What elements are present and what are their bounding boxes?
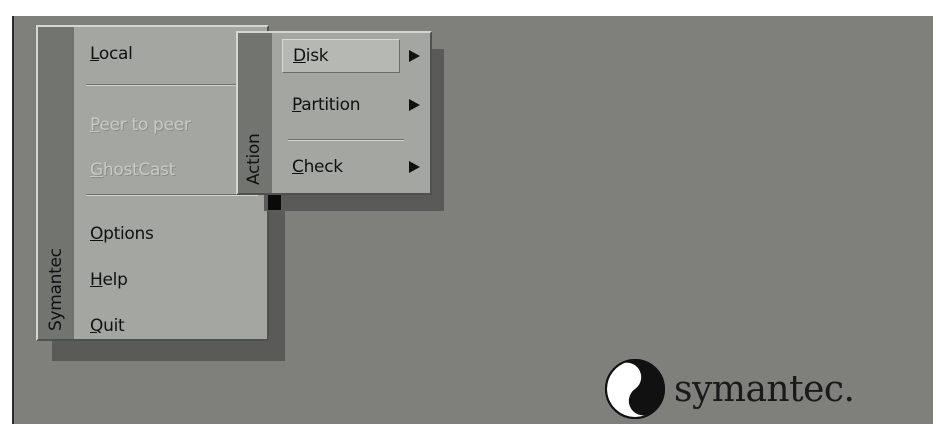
submenu-item-partition[interactable]: Partition xyxy=(282,90,400,120)
menu-item-options-label: ptions xyxy=(103,224,154,244)
cursor-block xyxy=(268,194,281,210)
main-menu-side-label: Symantec xyxy=(46,248,66,331)
check-submenu-arrow-icon xyxy=(409,161,420,173)
symantec-logo-text: symantec. xyxy=(674,368,855,410)
symantec-logo: symantec. xyxy=(604,358,855,420)
submenu-item-check-label: heck xyxy=(303,157,344,177)
menu-item-local[interactable]: Local xyxy=(80,39,260,69)
submenu-item-disk-mnemonic: D xyxy=(293,46,306,66)
menu-item-ghostcast-label: hostCast xyxy=(102,160,175,180)
submenu-item-check-mnemonic: C xyxy=(292,157,304,177)
action-menu-side-strip: Action xyxy=(238,33,272,193)
action-menu-side-label: Action xyxy=(244,133,264,185)
menu-item-peer-mnemonic: P xyxy=(90,115,100,135)
main-menu: Symantec Local Peer to peer GhostCast Op… xyxy=(36,25,269,341)
submenu-item-disk[interactable]: Disk xyxy=(282,39,400,73)
action-menu-separator xyxy=(288,139,404,141)
main-menu-side-strip: Symantec xyxy=(38,27,74,339)
action-menu: Action Disk Partition Check xyxy=(236,31,432,195)
symantec-yin-yang-icon xyxy=(605,359,665,419)
menu-item-help[interactable]: Help xyxy=(80,265,260,295)
disk-submenu-arrow-icon xyxy=(409,50,420,62)
menu-item-help-label: elp xyxy=(102,270,128,290)
menu-item-peer-to-peer: Peer to peer xyxy=(80,110,260,140)
main-menu-separator-2 xyxy=(86,194,258,196)
submenu-item-disk-label: isk xyxy=(305,46,329,66)
partition-submenu-arrow-icon xyxy=(409,99,420,111)
menu-item-ghostcast: GhostCast xyxy=(80,155,260,185)
menu-item-local-mnemonic: L xyxy=(90,44,99,64)
menu-item-peer-label: eer to peer xyxy=(99,115,191,135)
submenu-item-partition-label: artition xyxy=(301,95,361,115)
submenu-item-partition-mnemonic: P xyxy=(292,95,302,115)
menu-item-options[interactable]: Options xyxy=(80,219,260,249)
main-menu-separator-1 xyxy=(86,84,258,86)
submenu-item-check[interactable]: Check xyxy=(282,152,400,182)
menu-item-quit-label: uit xyxy=(103,316,125,336)
ghost-desktop: Symantec Local Peer to peer GhostCast Op… xyxy=(12,16,933,424)
menu-item-ghostcast-mnemonic: G xyxy=(90,160,103,180)
menu-item-quit-mnemonic: Q xyxy=(90,316,104,336)
menu-item-help-mnemonic: H xyxy=(90,270,103,290)
menu-item-options-mnemonic: O xyxy=(90,224,104,244)
menu-item-local-label: ocal xyxy=(98,44,133,64)
menu-item-quit[interactable]: Quit xyxy=(80,311,260,341)
